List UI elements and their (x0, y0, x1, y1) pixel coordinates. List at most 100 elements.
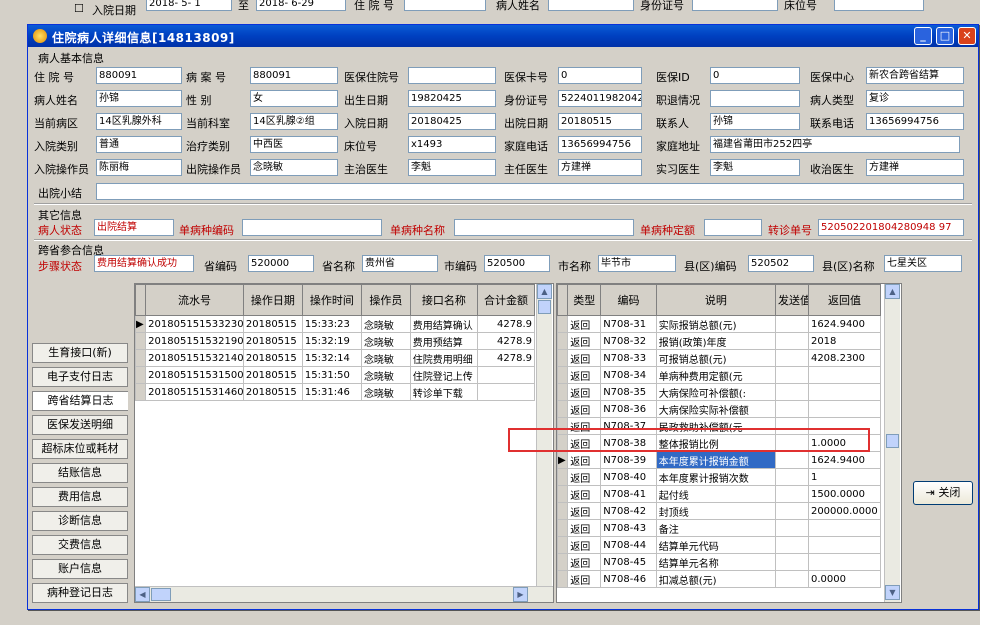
scroll-down-arrow[interactable]: ▼ (885, 585, 900, 600)
field-value[interactable] (408, 67, 496, 84)
step-status-field[interactable]: 费用结算确认成功 (94, 255, 194, 272)
table-row[interactable]: 返回 N708-46 扣减总额(元) 0.0000 (557, 570, 882, 588)
field-value[interactable]: 李魁 (408, 159, 496, 176)
date-to-field[interactable]: 2018- 6-29 (256, 0, 346, 11)
table-row[interactable]: 返回 N708-40 本年度累计报销次数 1 (557, 468, 882, 486)
scroll-left-arrow[interactable]: ◀ (135, 587, 150, 602)
log-grid[interactable]: 流水号操作日期操作时间操作员接口名称合计金额▶20180515153323030… (134, 283, 554, 603)
date-from-field[interactable]: 2018- 5- 1 (146, 0, 232, 11)
field-value[interactable]: x1493 (408, 136, 496, 153)
field-value[interactable]: 复诊 (866, 90, 964, 107)
detail-column-header[interactable]: 说明 (655, 284, 777, 316)
tab-item[interactable]: 费用信息 (32, 487, 128, 507)
field-value[interactable]: 女 (250, 90, 338, 107)
field-value[interactable]: 福建省莆田市252四亭 (710, 136, 960, 153)
log-column-header[interactable]: 流水号 (145, 284, 244, 316)
county-code-field[interactable]: 520502 (748, 255, 814, 272)
admission-no-field[interactable] (404, 0, 486, 11)
province-code-field[interactable]: 520000 (248, 255, 314, 272)
patient-name-field[interactable] (548, 0, 634, 11)
field-value[interactable]: 880091 (250, 67, 338, 84)
province-name-field[interactable]: 贵州省 (362, 255, 438, 272)
table-row[interactable]: 返回 N708-44 结算单元代码 (557, 536, 882, 554)
field-value[interactable]: 方建禅 (558, 159, 642, 176)
log-column-header[interactable]: 接口名称 (409, 284, 478, 316)
county-name-field[interactable]: 七星关区 (884, 255, 962, 272)
title-bar[interactable]: 住院病人详细信息[14813809] _ □ ✕ (28, 25, 978, 47)
city-name-field[interactable]: 毕节市 (598, 255, 676, 272)
table-row[interactable]: 201805151531460302018051515:31:46念晓敏转诊单下… (135, 383, 536, 401)
field-value[interactable]: 0 (710, 67, 800, 84)
tab-item[interactable]: 诊断信息 (32, 511, 128, 531)
log-column-header[interactable]: 合计金额 (476, 284, 536, 316)
detail-column-header[interactable]: 类型 (567, 284, 602, 316)
table-row[interactable]: 201805151532140302018051515:32:14念晓敏住院费用… (135, 349, 536, 367)
admission-date-checkbox[interactable]: ☐ (74, 2, 84, 15)
field-value[interactable]: 念晓敏 (250, 159, 338, 176)
detail-column-header[interactable]: 编码 (600, 284, 657, 316)
log-column-header[interactable]: 操作日期 (242, 284, 303, 316)
field-value[interactable]: 880091 (96, 67, 182, 84)
field-value[interactable]: 13656994756 (866, 113, 964, 130)
detail-vertical-scrollbar[interactable]: ▲ ▼ (884, 284, 900, 602)
table-row[interactable]: 返回 N708-36 大病保险实际补偿额 (557, 400, 882, 418)
table-row[interactable]: 返回 N708-35 大病保险可补偿额(: (557, 383, 882, 401)
tab-item[interactable]: 电子支付日志 (32, 367, 128, 387)
minimize-button[interactable]: _ (914, 27, 932, 45)
field-value[interactable]: 方建禅 (866, 159, 964, 176)
field-value[interactable]: 普通 (96, 136, 182, 153)
field-value[interactable]: 52240119820425 (558, 90, 642, 107)
log-column-header[interactable]: 操作员 (360, 284, 411, 316)
table-row[interactable]: 返回 N708-45 结算单元名称 (557, 553, 882, 571)
scroll-up-arrow[interactable]: ▲ (537, 284, 552, 299)
detail-column-header[interactable]: 发送值 (775, 284, 809, 316)
table-row[interactable]: 返回 N708-31 实际报销总额(元) 1624.9400 (557, 315, 882, 333)
city-code-field[interactable]: 520500 (484, 255, 550, 272)
field-value[interactable]: 20180425 (408, 113, 496, 130)
tab-item[interactable]: 交费信息 (32, 535, 128, 555)
field-value[interactable]: 14区乳腺外科 (96, 113, 182, 130)
field-value[interactable]: 0 (558, 67, 642, 84)
disease-code-field[interactable] (242, 219, 382, 236)
table-row[interactable]: 返回 N708-43 备注 (557, 519, 882, 537)
field-value[interactable]: 李魁 (710, 159, 800, 176)
table-row[interactable]: 返回 N708-32 报销(政策)年度 2018 (557, 332, 882, 350)
field-value[interactable] (710, 90, 800, 107)
tab-item[interactable]: 超标床位或耗材 (32, 439, 128, 459)
field-value[interactable]: 19820425 (408, 90, 496, 107)
field-value[interactable]: 孙锦 (96, 90, 182, 107)
scroll-up-arrow[interactable]: ▲ (885, 284, 900, 299)
maximize-button[interactable]: □ (936, 27, 954, 45)
table-row[interactable]: 返回 N708-33 可报销总额(元) 4208.2300 (557, 349, 882, 367)
disease-fixed-field[interactable] (704, 219, 762, 236)
field-value[interactable]: 13656994756 (558, 136, 642, 153)
table-row[interactable]: ▶201805151533230302018051515:33:23念晓敏费用结… (135, 315, 536, 333)
disease-name-field[interactable] (454, 219, 634, 236)
table-row[interactable]: 返回 N708-42 封顶线 200000.0000 (557, 502, 882, 520)
field-value[interactable]: 20180515 (558, 113, 642, 130)
field-value[interactable]: 孙锦 (710, 113, 800, 130)
tab-item[interactable]: 跨省结算日志 (32, 391, 128, 411)
tab-item[interactable]: 医保发送明细 (32, 415, 128, 435)
table-row[interactable]: 201805151532190302018051515:32:19念晓敏费用预结… (135, 332, 536, 350)
scroll-thumb[interactable] (538, 300, 551, 314)
scroll-thumb[interactable] (151, 588, 171, 601)
bed-field[interactable] (834, 0, 924, 11)
table-row[interactable]: 201805151531500302018051515:31:50念晓敏住院登记… (135, 366, 536, 384)
tab-item[interactable]: 病种登记日志 (32, 583, 128, 603)
discharge-summary-field[interactable] (96, 183, 964, 200)
field-value[interactable]: 中西医 (250, 136, 338, 153)
log-horizontal-scrollbar[interactable]: ◀ ▶ (135, 586, 553, 602)
table-row[interactable]: 返回 N708-41 起付线 1500.0000 (557, 485, 882, 503)
table-row[interactable]: 返回 N708-34 单病种费用定额(元 (557, 366, 882, 384)
log-column-header[interactable]: 操作时间 (301, 284, 362, 316)
field-value[interactable]: 新农合跨省结算 (866, 67, 964, 84)
tab-item[interactable]: 账户信息 (32, 559, 128, 579)
id-field[interactable] (692, 0, 778, 11)
tab-item[interactable]: 生育接口(新) (32, 343, 128, 363)
detail-column-header[interactable]: 返回值 (807, 284, 882, 316)
close-button[interactable]: ⇥ 关闭 (913, 481, 973, 505)
field-value[interactable]: 陈丽梅 (96, 159, 182, 176)
scroll-thumb[interactable] (886, 434, 899, 448)
referral-no-field[interactable]: 520502201804280948 97 (818, 219, 964, 236)
